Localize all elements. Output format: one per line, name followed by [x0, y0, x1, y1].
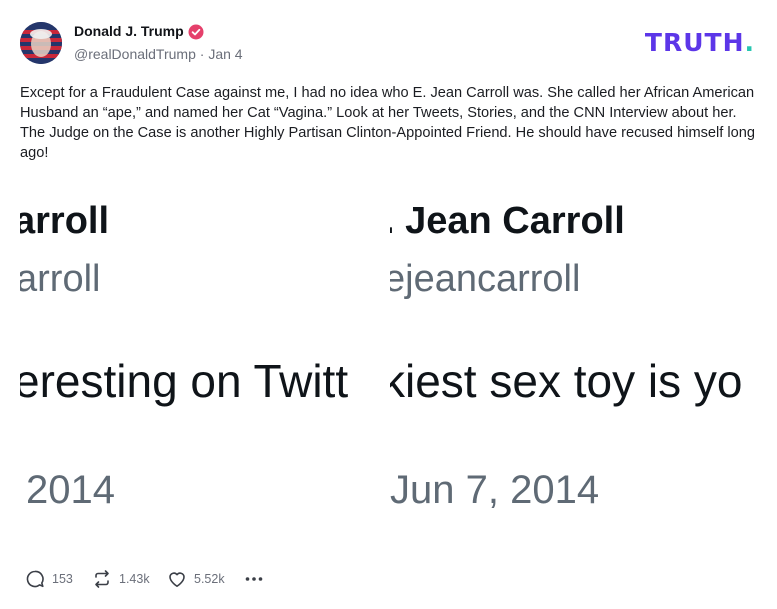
post-text: Except for a Fraudulent Case against me,…: [20, 85, 755, 161]
avatar[interactable]: [20, 22, 62, 64]
author-name[interactable]: Donald J. Trump: [74, 23, 184, 39]
media-image-right[interactable]: . Jean Carroll ejeancarroll kiest sex to…: [390, 180, 756, 550]
post-media[interactable]: arroll arroll eresting on Twitt 2014 . J…: [20, 180, 756, 550]
like-button[interactable]: 5.52k: [166, 568, 225, 590]
tweet-author-name: arroll: [20, 200, 110, 242]
reply-button[interactable]: 153: [24, 568, 73, 590]
truth-logo[interactable]: TRUTH.: [645, 28, 755, 57]
retruth-icon: [95, 570, 109, 588]
post-date[interactable]: Jan 4: [208, 46, 242, 62]
tweet-text: kiest sex toy is yo: [390, 355, 743, 407]
media-image-left[interactable]: arroll arroll eresting on Twitt 2014: [20, 180, 385, 550]
more-button[interactable]: [243, 568, 265, 590]
separator: ·: [199, 46, 205, 62]
tweet-date: 2014: [26, 468, 115, 512]
more-icon: [245, 577, 263, 581]
retruth-button[interactable]: 1.43k: [91, 568, 150, 590]
verified-badge-icon: [188, 24, 204, 40]
tweet-author-handle: ejeancarroll: [390, 258, 581, 300]
tweet-text: eresting on Twitt: [20, 355, 349, 407]
logo-text: TRUTH: [644, 28, 745, 57]
retruth-count: 1.43k: [119, 572, 150, 586]
tweet-date: Jun 7, 2014: [390, 468, 600, 512]
reply-icon: [26, 570, 44, 588]
handle-row: @realDonaldTrump · Jan 4: [74, 46, 243, 62]
like-count: 5.52k: [194, 572, 225, 586]
tweet-author-name: . Jean Carroll: [390, 200, 625, 242]
reply-count: 153: [52, 572, 73, 586]
tweet-author-handle: arroll: [20, 258, 101, 300]
author-handle[interactable]: @realDonaldTrump: [74, 46, 196, 62]
like-icon: [169, 572, 185, 587]
post-header: Donald J. Trump @realDonaldTrump · Jan 4…: [20, 22, 757, 66]
truth-post: Donald J. Trump @realDonaldTrump · Jan 4…: [0, 0, 777, 609]
logo-dot: .: [744, 28, 755, 57]
